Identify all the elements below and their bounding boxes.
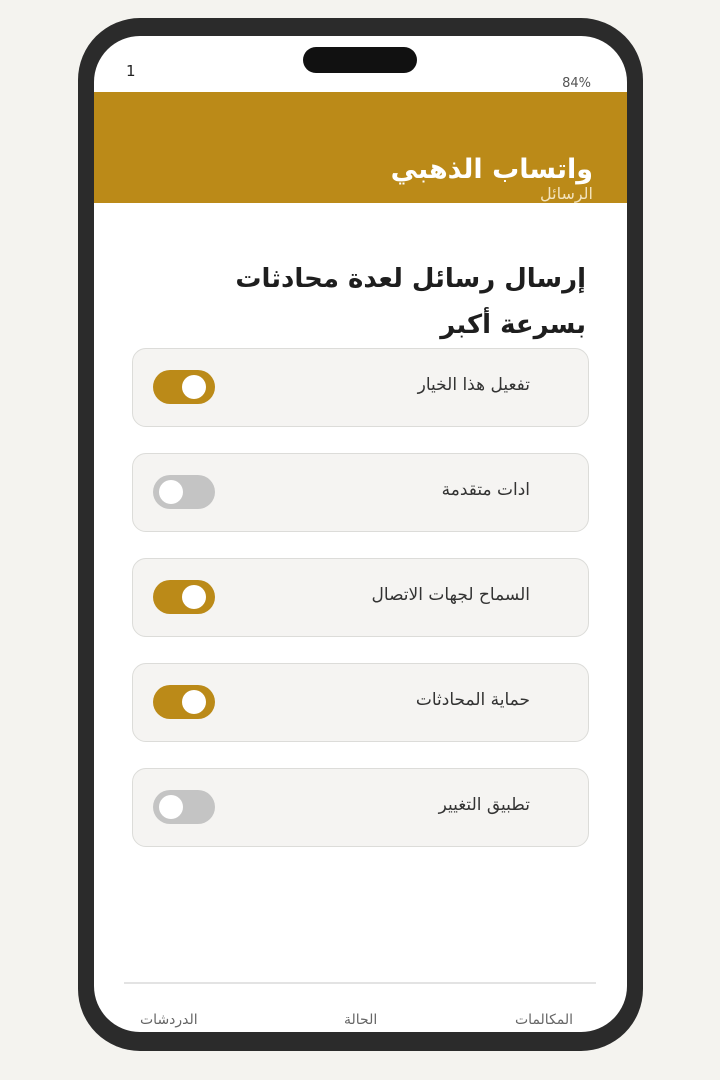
battery-level: 84% <box>562 76 591 91</box>
option-label: ادات متقدمة <box>441 480 530 500</box>
option-card-advanced-tools[interactable]: ادات متقدمة <box>132 453 589 532</box>
camera-notch <box>303 47 417 73</box>
bottom-nav-divider <box>124 982 596 984</box>
phone-frame: 1 84% واتساب الذهبي الرسائل إرسال رسائل … <box>78 18 643 1051</box>
status-time: 1 <box>126 62 136 80</box>
nav-tab-status[interactable]: الحالة <box>344 1012 377 1028</box>
apply-change-toggle[interactable] <box>153 790 215 824</box>
toggle-knob <box>182 375 206 399</box>
option-label: تفعيل هذا الخيار <box>417 375 530 395</box>
phone-screen: 1 84% واتساب الذهبي الرسائل إرسال رسائل … <box>94 36 627 1032</box>
option-card-enable[interactable]: تفعيل هذا الخيار <box>132 348 589 427</box>
option-card-allow-contacts[interactable]: السماح لجهات الاتصال <box>132 558 589 637</box>
section-subtitle: الرسائل <box>540 184 593 203</box>
app-header: واتساب الذهبي الرسائل <box>94 92 627 203</box>
toggle-knob <box>182 690 206 714</box>
chat-protection-toggle[interactable] <box>153 685 215 719</box>
allow-contacts-toggle[interactable] <box>153 580 215 614</box>
app-title: واتساب الذهبي <box>390 154 593 185</box>
nav-tab-calls[interactable]: المكالمات <box>515 1012 573 1028</box>
toggle-knob <box>182 585 206 609</box>
nav-tab-chats[interactable]: الدردشات <box>140 1012 198 1028</box>
option-card-apply-change[interactable]: تطبيق التغيير <box>132 768 589 847</box>
option-label: تطبيق التغيير <box>438 795 530 815</box>
advanced-tools-toggle[interactable] <box>153 475 215 509</box>
toggle-knob <box>159 480 183 504</box>
enable-option-toggle[interactable] <box>153 370 215 404</box>
option-label: السماح لجهات الاتصال <box>371 585 530 605</box>
option-card-chat-protection[interactable]: حماية المحادثات <box>132 663 589 742</box>
toggle-knob <box>159 795 183 819</box>
option-label: حماية المحادثات <box>415 690 530 710</box>
page-heading: إرسال رسائل لعدة محادثات بسرعة أكبر <box>235 264 586 340</box>
